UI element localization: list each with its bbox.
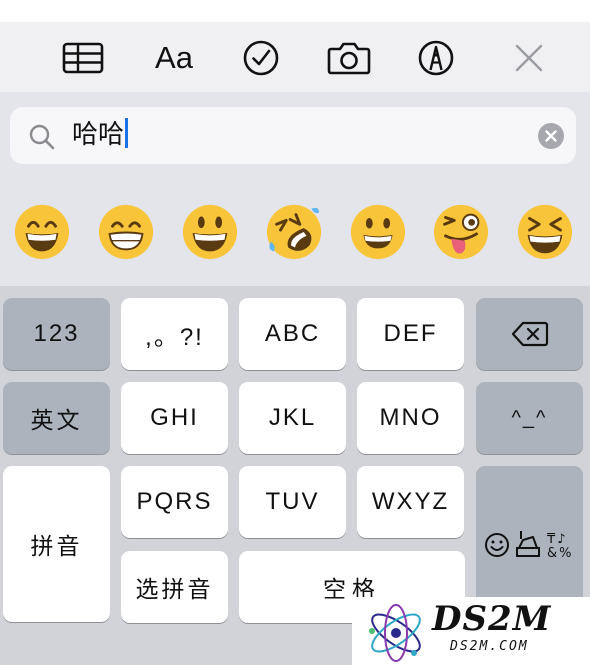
mno-key[interactable]: MNO xyxy=(357,382,464,454)
emoji-symbols-icon: ₸♪ &% xyxy=(484,531,574,560)
top-strip xyxy=(0,0,590,22)
kaomoji-key[interactable]: ^_^ xyxy=(476,382,583,454)
emoji-squinting-face[interactable] xyxy=(516,203,574,261)
emoji-grinning-big-eyes[interactable] xyxy=(181,203,239,261)
numbers-key[interactable]: 123 xyxy=(3,298,110,370)
punctuation-key[interactable]: ,。?! xyxy=(121,298,228,370)
search-icon xyxy=(29,124,55,150)
text-caret xyxy=(125,118,129,148)
search-query: 哈哈 xyxy=(72,120,125,150)
emoji-suggestion-row xyxy=(0,178,590,286)
jkl-key[interactable]: JKL xyxy=(239,382,346,454)
ghi-key[interactable]: GHI xyxy=(121,382,228,454)
pinyin-key[interactable]: 拼音 xyxy=(3,466,110,622)
pen-markup-icon[interactable] xyxy=(414,38,458,78)
abc-key[interactable]: ABC xyxy=(239,298,346,370)
camera-icon[interactable] xyxy=(325,38,373,78)
pqrs-key[interactable]: PQRS xyxy=(121,466,228,538)
table-icon[interactable] xyxy=(61,38,105,78)
def-key[interactable]: DEF xyxy=(357,298,464,370)
watermark-subtitle: DS2M.COM xyxy=(450,639,529,654)
delete-key[interactable] xyxy=(476,298,583,370)
emoji-search-input[interactable]: 哈哈 xyxy=(10,107,576,164)
text-format-label: Aa xyxy=(155,40,193,75)
clear-icon[interactable] xyxy=(538,123,564,149)
emoji-beaming-face[interactable] xyxy=(97,203,155,261)
tuv-key[interactable]: TUV xyxy=(239,466,346,538)
svg-text:₸♪: ₸♪ xyxy=(547,532,568,547)
backspace-icon xyxy=(511,321,548,347)
emoji-winking-tongue[interactable] xyxy=(432,203,490,261)
emoji-rolling-laughing[interactable] xyxy=(265,203,323,261)
watermark: DS2M DS2M.COM xyxy=(352,597,590,665)
emoji-grinning-face[interactable] xyxy=(349,203,407,261)
atom-logo-icon xyxy=(369,604,421,662)
watermark-title: DS2M xyxy=(432,599,552,639)
checkmark-circle-icon[interactable] xyxy=(239,38,283,78)
emoji-search-area: 哈哈 xyxy=(0,92,590,178)
emoji-grinning-smiling-eyes[interactable] xyxy=(13,203,71,261)
editor-toolbar: Aa xyxy=(0,22,590,92)
select-pinyin-key[interactable]: 选拼音 xyxy=(121,551,228,623)
wxyz-key[interactable]: WXYZ xyxy=(357,466,464,538)
close-icon[interactable] xyxy=(507,38,551,78)
text-format-icon[interactable]: Aa xyxy=(152,38,196,78)
svg-text:&%: &% xyxy=(547,546,574,560)
english-key[interactable]: 英文 xyxy=(3,382,110,454)
